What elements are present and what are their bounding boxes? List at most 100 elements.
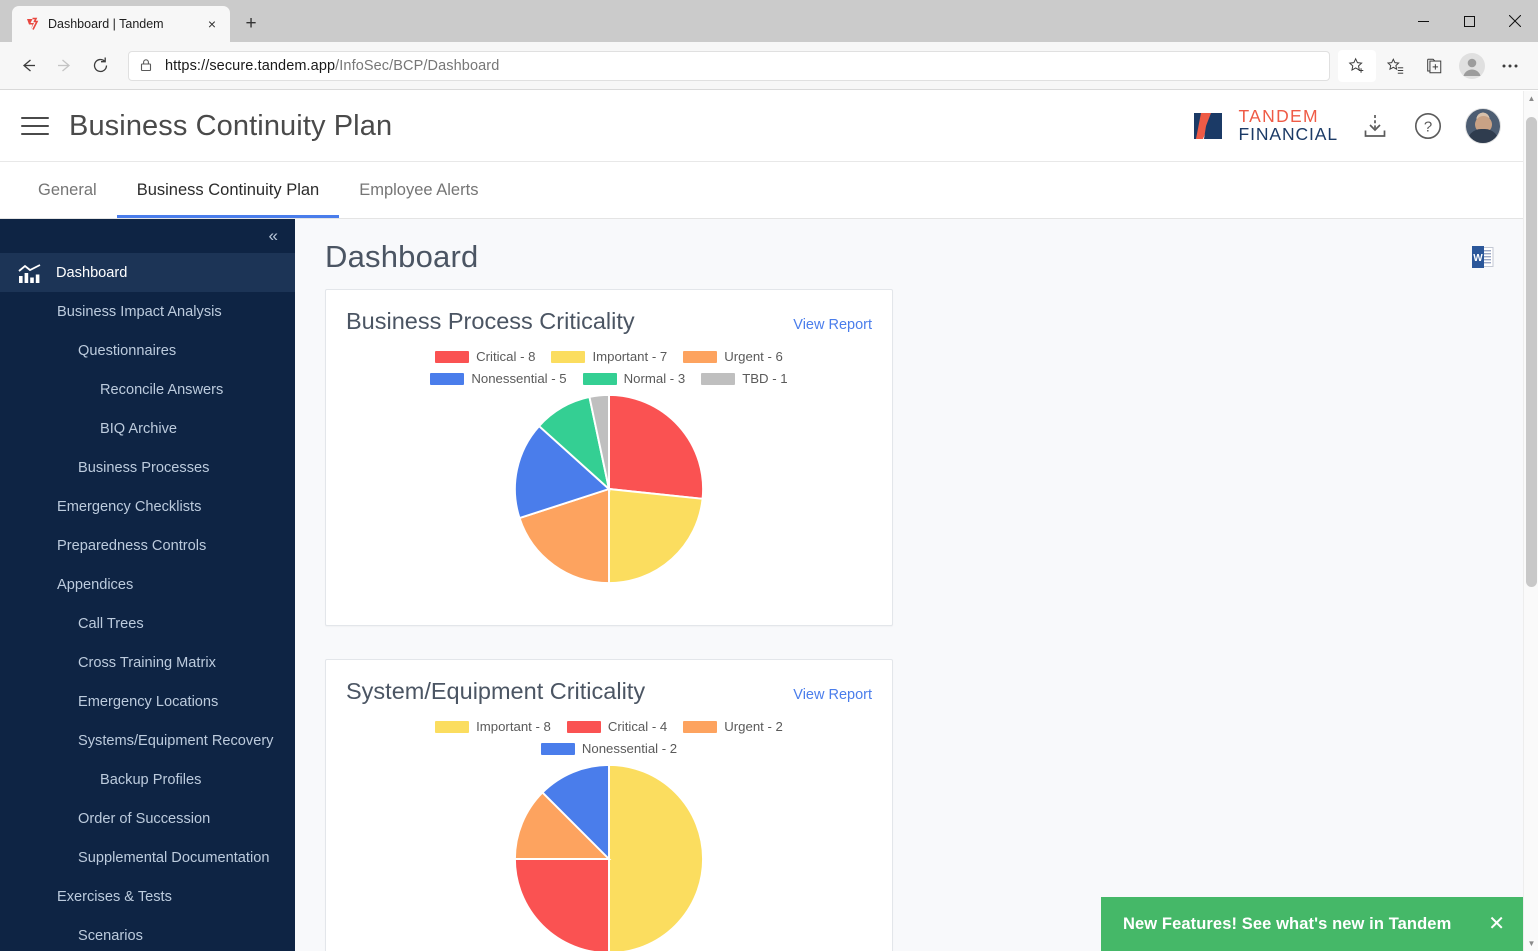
toast-message: New Features! See what's new in Tandem <box>1123 914 1452 933</box>
legend-label: Important - 7 <box>592 349 668 364</box>
legend-item[interactable]: Critical - 4 <box>566 719 668 734</box>
sidebar-item-biq-archive[interactable]: BIQ Archive <box>0 409 295 448</box>
card-title: Business Process Criticality <box>346 308 635 334</box>
legend-item[interactable]: Nonessential - 2 <box>540 741 678 756</box>
user-avatar[interactable] <box>1465 108 1501 144</box>
page-scrollbar[interactable]: ▲ ▼ <box>1523 91 1538 951</box>
sidebar-item-systems-equipment-recovery[interactable]: Systems/Equipment Recovery <box>0 721 295 760</box>
sidebar-item-dashboard[interactable]: Dashboard <box>0 253 295 292</box>
back-button[interactable] <box>10 48 46 84</box>
dashboard-chart-icon <box>16 262 44 284</box>
new-features-toast[interactable]: New Features! See what's new in Tandem ✕ <box>1101 897 1523 951</box>
url-path: /InfoSec/BCP/Dashboard <box>335 57 500 74</box>
legend-label: Normal - 3 <box>623 371 686 386</box>
pie-slice-important[interactable] <box>608 763 704 951</box>
settings-more-icon[interactable] <box>1492 48 1528 84</box>
card-header: System/Equipment Criticality View Report <box>346 678 872 705</box>
forward-button[interactable] <box>46 48 82 84</box>
chevron-double-left-icon: « <box>268 226 278 245</box>
legend-swatch <box>566 720 601 733</box>
legend-item[interactable]: Nonessential - 5 <box>430 371 567 386</box>
tab-business-continuity-plan[interactable]: Business Continuity Plan <box>116 162 340 218</box>
new-tab-button[interactable]: + <box>236 9 266 39</box>
sidebar-item-business-processes[interactable]: Business Processes <box>0 448 295 487</box>
sidebar-item-preparedness-controls[interactable]: Preparedness Controls <box>0 526 295 565</box>
close-window-button[interactable] <box>1492 0 1538 42</box>
sidebar-item-reconcile-answers[interactable]: Reconcile Answers <box>0 370 295 409</box>
pie-slice-critical[interactable] <box>513 858 610 951</box>
legend-label: Critical - 4 <box>607 719 668 734</box>
sidebar-collapse-button[interactable]: « <box>0 219 295 253</box>
legend-item[interactable]: Normal - 3 <box>582 371 686 386</box>
sidebar-item-call-trees[interactable]: Call Trees <box>0 604 295 643</box>
page-title: Dashboard <box>325 239 479 274</box>
help-circle-icon[interactable]: ? <box>1412 110 1444 142</box>
lock-icon <box>139 58 155 74</box>
sidebar-item-appendices[interactable]: Appendices <box>0 565 295 604</box>
pie-chart-business-process-criticality[interactable] <box>512 392 706 586</box>
browser-tab[interactable]: Dashboard | Tandem × <box>12 6 230 42</box>
tandem-logo-text: TANDEM FINANCIAL <box>1238 107 1338 144</box>
sidebar-item-emergency-locations[interactable]: Emergency Locations <box>0 682 295 721</box>
pie-slice-critical[interactable] <box>608 393 705 500</box>
sidebar-item-questionnaires[interactable]: Questionnaires <box>0 331 295 370</box>
legend-item[interactable]: Important - 7 <box>551 349 667 364</box>
pie-chart-container <box>346 392 872 586</box>
favorite-star-icon[interactable] <box>1338 49 1376 82</box>
address-bar[interactable]: https://secure.tandem.app/InfoSec/BCP/Da… <box>128 50 1330 81</box>
legend-swatch <box>582 372 617 385</box>
legend-swatch <box>430 372 465 385</box>
view-report-link[interactable]: View Report <box>793 317 872 333</box>
legend-item[interactable]: Urgent - 2 <box>683 719 783 734</box>
tandem-financial-logo: TANDEM FINANCIAL <box>1192 107 1338 144</box>
page-viewport: Business Continuity Plan TANDEM FINANCIA… <box>0 91 1538 951</box>
sidebar-item-emergency-checklists[interactable]: Emergency Checklists <box>0 487 295 526</box>
profile-icon[interactable] <box>1454 48 1490 84</box>
close-tab-icon[interactable]: × <box>202 14 222 34</box>
legend-label: Urgent - 6 <box>724 349 783 364</box>
legend-swatch <box>435 720 470 733</box>
tab-employee-alerts[interactable]: Employee Alerts <box>339 162 498 218</box>
legend-label: Nonessential - 5 <box>471 371 567 386</box>
legend-swatch <box>540 742 575 755</box>
minimize-button[interactable] <box>1400 0 1446 42</box>
scrollbar-thumb[interactable] <box>1526 117 1537 587</box>
sidebar-item-business-impact-analysis[interactable]: Business Impact Analysis <box>0 292 295 331</box>
favorites-list-icon[interactable] <box>1378 48 1414 84</box>
sidebar-item-exercises-and-tests[interactable]: Exercises & Tests <box>0 877 295 916</box>
legend-label: Urgent - 2 <box>724 719 783 734</box>
sidebar-item-backup-profiles[interactable]: Backup Profiles <box>0 760 295 799</box>
sidebar-item-order-of-succession[interactable]: Order of Succession <box>0 799 295 838</box>
sidebar-item-label: Dashboard <box>56 264 128 281</box>
main-content: Dashboard W Business Process Criticality… <box>295 219 1523 951</box>
download-icon[interactable] <box>1359 110 1391 142</box>
legend-swatch <box>551 350 586 363</box>
legend-item[interactable]: TBD - 1 <box>701 371 788 386</box>
legend-item[interactable]: Urgent - 6 <box>683 349 783 364</box>
maximize-button[interactable] <box>1446 0 1492 42</box>
word-export-icon[interactable]: W <box>1471 245 1494 269</box>
app-header-actions: TANDEM FINANCIAL ? <box>1192 107 1501 144</box>
legend-label: Nonessential - 2 <box>581 741 678 756</box>
legend-item[interactable]: Important - 8 <box>435 719 551 734</box>
sidebar-item-scenarios[interactable]: Scenarios <box>0 916 295 951</box>
close-icon[interactable]: ✕ <box>1488 914 1505 934</box>
legend-label: Critical - 8 <box>476 349 536 364</box>
reload-button[interactable] <box>82 48 118 84</box>
scroll-down-arrow[interactable]: ▼ <box>1524 936 1538 951</box>
tab-general[interactable]: General <box>18 162 117 218</box>
sidebar-item-cross-training-matrix[interactable]: Cross Training Matrix <box>0 643 295 682</box>
collections-icon[interactable] <box>1416 48 1452 84</box>
menu-hamburger-icon[interactable] <box>18 109 52 143</box>
page-tabs: General Business Continuity Plan Employe… <box>0 162 1523 219</box>
sidebar-nav: « Dashboard Business Impact Analysis Que… <box>0 219 295 951</box>
card-business-process-criticality: Business Process Criticality View Report… <box>325 289 893 626</box>
pie-slice-important[interactable] <box>608 487 704 585</box>
card-system-equipment-criticality: System/Equipment Criticality View Report… <box>325 659 893 951</box>
sidebar-item-supplemental-documentation[interactable]: Supplemental Documentation <box>0 838 295 877</box>
view-report-link[interactable]: View Report <box>793 687 872 703</box>
pie-chart-system-equipment-criticality[interactable] <box>512 762 706 951</box>
scroll-up-arrow[interactable]: ▲ <box>1524 91 1538 106</box>
legend-swatch <box>435 350 470 363</box>
legend-item[interactable]: Critical - 8 <box>435 349 535 364</box>
